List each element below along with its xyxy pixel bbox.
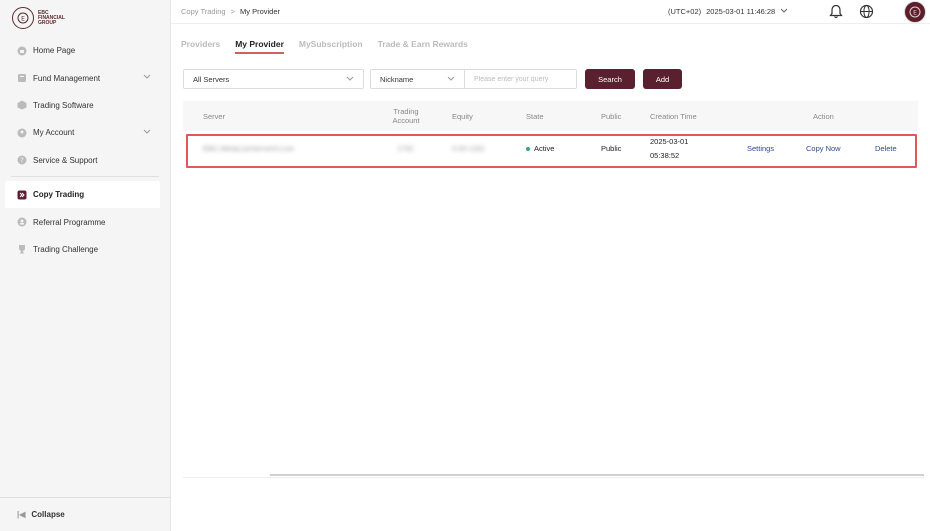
sidebar-item-label: Fund Management xyxy=(33,73,101,83)
sidebar: E EBC FINANCIAL GROUP Home Page Fund Man… xyxy=(0,0,171,531)
search-field-select[interactable]: Nickname xyxy=(371,70,465,88)
column-header-action: Action xyxy=(813,111,834,121)
breadcrumb-separator: > xyxy=(230,7,235,16)
delete-link[interactable]: Delete xyxy=(875,131,897,166)
home-icon xyxy=(17,46,27,56)
search-field-value: Nickname xyxy=(380,74,414,84)
breadcrumb: Copy Trading > My Provider xyxy=(181,7,280,16)
status-badge: Active xyxy=(534,143,555,153)
tab-my-provider[interactable]: My Provider xyxy=(235,39,284,54)
sidebar-item-home-page[interactable]: Home Page xyxy=(0,37,170,64)
cell-state: Active xyxy=(526,131,554,166)
sidebar-item-label: Copy Trading xyxy=(33,190,85,200)
collapse-label: Collapse xyxy=(31,510,65,519)
svg-text:E: E xyxy=(21,16,25,23)
column-header-creation-time: Creation Time xyxy=(650,111,697,121)
bell-icon[interactable] xyxy=(829,4,843,21)
chevron-down-icon xyxy=(447,75,455,84)
collapse-button[interactable]: |◀ Collapse xyxy=(0,497,170,531)
sidebar-item-copy-trading[interactable]: Copy Trading xyxy=(5,180,160,209)
help-icon: ? xyxy=(17,155,27,165)
brand-logo[interactable]: E EBC FINANCIAL GROUP xyxy=(12,7,65,29)
brand-name: EBC FINANCIAL GROUP xyxy=(38,10,65,26)
server-select-value: All Servers xyxy=(193,74,230,84)
sidebar-item-referral-programme[interactable]: Referral Programme xyxy=(0,208,170,235)
svg-text:E: E xyxy=(913,10,917,17)
sidebar-item-fund-management[interactable]: Fund Management xyxy=(0,64,170,91)
avatar[interactable]: E xyxy=(904,1,926,23)
sidebar-nav: Home Page Fund Management Trading Softwa… xyxy=(0,37,170,263)
chevron-down-icon xyxy=(143,128,151,137)
collapse-icon: |◀ xyxy=(17,510,26,519)
server-select[interactable]: All Servers xyxy=(183,69,364,89)
status-dot-icon xyxy=(526,146,530,151)
cell-public: Public xyxy=(601,143,622,153)
tab-trade-earn-rewards[interactable]: Trade & Earn Rewards xyxy=(378,39,468,53)
referral-icon xyxy=(17,217,27,227)
sidebar-item-label: My Account xyxy=(33,128,75,138)
trophy-icon xyxy=(17,244,27,254)
timezone-selector[interactable]: (UTC+02) 2025-03-01 11:46:28 xyxy=(668,7,788,16)
copy-trading-icon xyxy=(17,190,27,200)
sidebar-item-label: Trading Software xyxy=(33,100,94,110)
sidebar-item-service-support[interactable]: ? Service & Support xyxy=(0,147,170,174)
cell-creation-time: 2025-03-01 05:38:52 xyxy=(650,131,688,166)
tab-my-subscription[interactable]: MySubscription xyxy=(299,39,363,53)
add-button[interactable]: Add xyxy=(643,69,682,89)
sidebar-item-trading-challenge[interactable]: Trading Challenge xyxy=(0,236,170,263)
brand-line: GROUP xyxy=(38,19,57,26)
provider-tabs: Providers My Provider MySubscription Tra… xyxy=(181,39,468,54)
creation-date: 2025-03-01 xyxy=(650,136,689,146)
table-row: EBC-MetaLiveServer0-Live 1792 0.00 USD A… xyxy=(183,131,918,166)
sidebar-item-label: Referral Programme xyxy=(33,217,106,227)
sidebar-item-my-account[interactable]: My Account xyxy=(0,119,170,146)
sidebar-item-trading-software[interactable]: Trading Software xyxy=(0,92,170,119)
wallet-icon xyxy=(17,73,27,83)
table-header: Server Trading Account Equity State Publ… xyxy=(183,101,918,131)
box-icon xyxy=(17,100,27,110)
svg-text:?: ? xyxy=(20,157,24,165)
sidebar-item-label: Service & Support xyxy=(33,155,98,165)
column-header-server: Server xyxy=(203,111,226,121)
top-bar: Copy Trading > My Provider (UTC+02) 2025… xyxy=(171,0,930,24)
breadcrumb-item-copy-trading[interactable]: Copy Trading xyxy=(181,7,226,16)
search-combo: Nickname xyxy=(370,69,577,89)
sidebar-item-label: Home Page xyxy=(33,46,76,56)
cell-trading-account: 1792 xyxy=(397,143,414,153)
breadcrumb-item-current: My Provider xyxy=(240,7,281,16)
chevron-down-icon xyxy=(780,7,788,16)
column-header-public: Public xyxy=(601,111,622,121)
globe-icon[interactable] xyxy=(859,4,874,21)
copy-now-link[interactable]: Copy Now xyxy=(806,131,841,166)
cell-equity: 0.00 USD xyxy=(452,143,485,153)
sidebar-item-label: Trading Challenge xyxy=(33,244,99,254)
settings-link[interactable]: Settings xyxy=(747,131,774,166)
cell-server: EBC-MetaLiveServer0-Live xyxy=(203,143,294,153)
providers-table: Server Trading Account Equity State Publ… xyxy=(183,101,918,166)
user-icon xyxy=(17,128,27,138)
table-bottom-divider xyxy=(183,477,924,478)
search-input[interactable] xyxy=(465,70,576,88)
column-header-trading-account: Trading Account xyxy=(392,107,420,125)
chevron-down-icon xyxy=(143,73,151,82)
nav-divider xyxy=(11,175,159,177)
column-header-state: State xyxy=(526,111,544,121)
chevron-down-icon xyxy=(346,75,354,84)
column-header-equity: Equity xyxy=(452,111,473,121)
timezone-label: (UTC+02) xyxy=(668,7,702,16)
creation-time: 05:38:52 xyxy=(650,150,680,160)
horizontal-scrollbar[interactable] xyxy=(270,474,924,476)
search-button[interactable]: Search xyxy=(585,69,635,89)
current-datetime: 2025-03-01 11:46:28 xyxy=(706,7,776,16)
tab-providers[interactable]: Providers xyxy=(181,39,220,53)
logo-icon: E xyxy=(12,7,34,29)
